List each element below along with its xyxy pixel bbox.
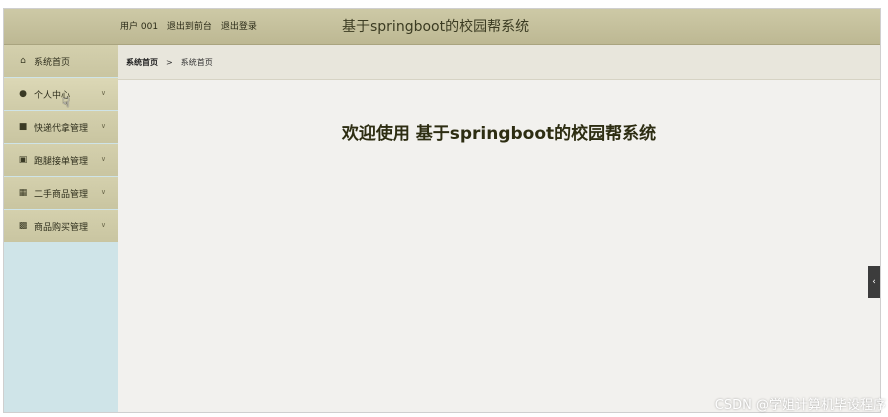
sidebar-item-label: 二手商品管理 [34,189,89,200]
top-header: 用户 001 退出到前台 退出登录 基于springboot的校园帮系统 [4,9,880,45]
app-title: 基于springboot的校园帮系统 [342,19,530,35]
logout-link[interactable]: 退出登录 [221,22,257,32]
breadcrumb-separator: > [166,57,173,67]
sidebar-item-purchase[interactable]: ▩ 商品购买管理 ∨ [4,210,118,242]
main-content: 欢迎使用 基于springboot的校园帮系统 ‹ [118,80,880,412]
chevron-down-icon: ∨ [100,188,106,196]
user-label: 用户 001 [120,22,159,32]
user-icon: ● [19,89,27,99]
chevron-down-icon: ∨ [100,89,106,97]
breadcrumb-current: 系统首页 [180,57,213,67]
breadcrumb-root[interactable]: 系统首页 [126,57,158,68]
sidebar: ⌂ 系统首页 ● 个人中心 ∨ ■ 快递代拿管理 ∨ ▣ 跑腿接单管理 ∨ ▦ … [4,45,118,412]
hand-cursor-icon: ☟ [62,96,70,111]
sidebar-item-errand[interactable]: ▣ 跑腿接单管理 ∨ [4,144,118,176]
chevron-down-icon: ∨ [100,122,106,130]
sidebar-item-home[interactable]: ⌂ 系统首页 [4,45,118,77]
front-link[interactable]: 退出到前台 [167,22,212,32]
message-icon: ■ [18,122,28,132]
briefcase-icon: ▣ [18,155,28,165]
watermark: CSDN @学姐计算机毕设程序 [714,398,886,413]
chevron-down-icon: ∨ [100,155,106,163]
welcome-heading: 欢迎使用 基于springboot的校园帮系统 [341,124,657,144]
sidebar-item-label: 快递代拿管理 [34,123,89,134]
sidebar-item-express[interactable]: ■ 快递代拿管理 ∨ [4,111,118,143]
sidebar-item-label: 跑腿接单管理 [34,156,89,167]
sidebar-item-label: 系统首页 [34,57,71,68]
grid-icon: ▦ [18,188,28,198]
clipboard-icon: ▩ [18,221,28,231]
chevron-left-icon: ‹ [872,277,876,287]
user-links: 用户 001 退出到前台 退出登录 [120,19,263,32]
chevron-down-icon: ∨ [100,221,106,229]
sidebar-item-secondhand[interactable]: ▦ 二手商品管理 ∨ [4,177,118,209]
sidebar-item-profile[interactable]: ● 个人中心 ∨ [4,78,118,110]
sidebar-item-label: 商品购买管理 [34,222,89,233]
collapse-tab[interactable]: ‹ [868,266,880,298]
app-window: 用户 001 退出到前台 退出登录 基于springboot的校园帮系统 ⌂ 系… [3,8,881,413]
home-icon: ⌂ [20,56,26,66]
breadcrumb: 系统首页 > 系统首页 [118,45,880,80]
